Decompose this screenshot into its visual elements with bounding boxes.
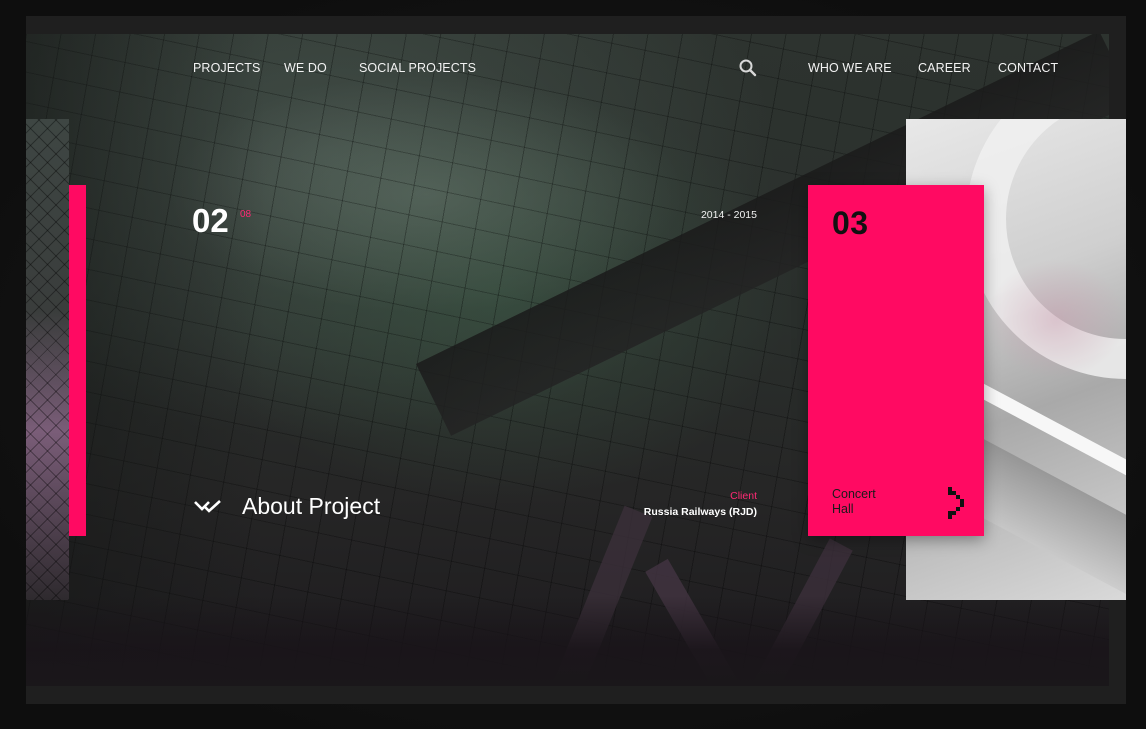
client-value: Russia Railways (RJD) (643, 506, 757, 518)
next-project-title: Concert Hall (832, 487, 922, 517)
previous-slide-thumbnail[interactable] (26, 119, 69, 600)
previous-slide-accent-bar[interactable] (69, 185, 86, 536)
search-icon[interactable] (738, 58, 758, 78)
nav-projects[interactable]: PROJECTS (193, 61, 260, 75)
next-project-title-line2: Hall (832, 502, 854, 516)
about-project-link[interactable]: About Project (242, 493, 380, 520)
nav-who-we-are[interactable]: WHO WE ARE (808, 61, 892, 75)
nav-we-do[interactable]: WE DO (284, 61, 327, 75)
slide-current-number: 02 (192, 202, 229, 239)
nav-contact[interactable]: CONTACT (998, 61, 1058, 75)
next-project-card[interactable]: 03 Concert Hall (808, 185, 984, 536)
chevron-down-icon[interactable] (193, 499, 225, 517)
slide-total-number: 08 (240, 209, 252, 220)
nav-social-projects[interactable]: SOCIAL PROJECTS (359, 61, 476, 75)
arrow-right-icon[interactable] (948, 487, 968, 519)
next-project-number: 03 (832, 205, 869, 241)
project-years: 2014 - 2015 (700, 209, 757, 221)
next-project-title-line1: Concert (832, 487, 876, 501)
client-label: Client (730, 490, 757, 502)
nav-career[interactable]: CAREER (918, 61, 971, 75)
